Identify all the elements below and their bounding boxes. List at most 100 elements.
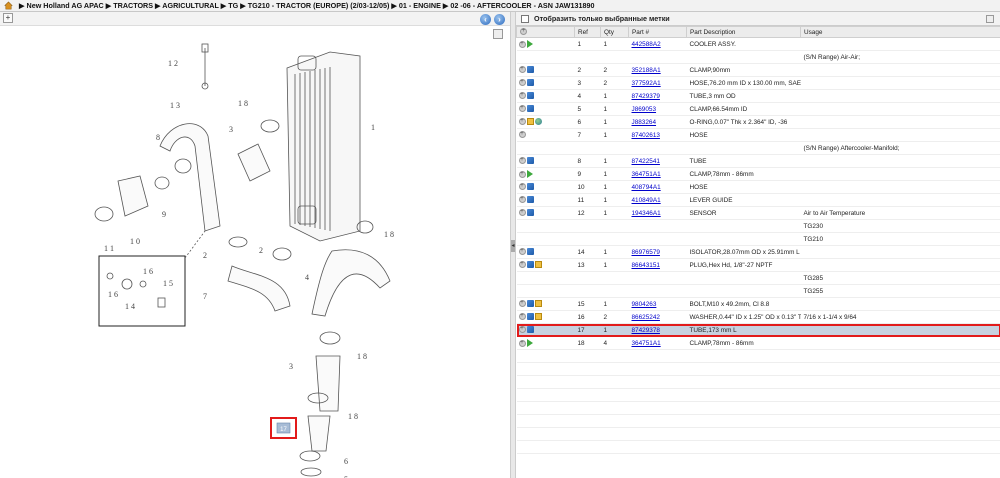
callout-2[interactable]: 2: [203, 251, 207, 260]
callout-16b[interactable]: 1 6: [143, 267, 153, 276]
table-row[interactable]: +16 2 86625242 WASHER,0.44" ID x 1.25" OD x…: [516, 310, 1000, 324]
cell-part[interactable]: [628, 271, 687, 285]
plus-icon[interactable]: +: [518, 261, 526, 269]
wrench-icon[interactable]: [526, 157, 534, 165]
plus-icon[interactable]: +: [518, 300, 526, 308]
callout-18[interactable]: 1 8: [238, 99, 248, 108]
part-number-link[interactable]: 352188A1: [632, 67, 661, 74]
part-number-link[interactable]: J883264: [632, 119, 657, 126]
cell-part[interactable]: [628, 284, 687, 298]
callout-16[interactable]: 1 6: [108, 290, 118, 299]
back-icon[interactable]: ‹: [480, 14, 491, 25]
plus-icon[interactable]: +: [518, 66, 526, 74]
cell-part[interactable]: 86976579: [628, 245, 687, 259]
cell-part[interactable]: 86625242: [628, 310, 687, 324]
cell-part[interactable]: 364751A1: [628, 167, 687, 181]
plus-icon[interactable]: +: [518, 157, 526, 165]
globe-icon[interactable]: [534, 118, 542, 126]
forward-icon[interactable]: ›: [494, 14, 505, 25]
header-usage[interactable]: Usage: [800, 26, 1000, 38]
zoom-in-icon[interactable]: +: [3, 13, 13, 23]
cell-part[interactable]: [628, 50, 687, 64]
table-row[interactable]: TG210: [516, 232, 1000, 246]
plus-icon[interactable]: +: [518, 40, 526, 48]
callout-15[interactable]: 1 5: [163, 279, 173, 288]
table-row[interactable]: (S/N Range) Air-Air;: [516, 50, 1000, 64]
table-row[interactable]: +3 2 377592A1 HOSE,76.20 mm ID x 130.00 mm,…: [516, 76, 1000, 90]
part-number-link[interactable]: 364751A1: [632, 340, 661, 347]
callout-17-label[interactable]: 17: [280, 427, 287, 433]
cell-part[interactable]: 87402613: [628, 128, 687, 142]
callout-10[interactable]: 1 0: [130, 237, 140, 246]
part-number-link[interactable]: 410849A1: [632, 197, 661, 204]
callout-7[interactable]: 7: [203, 292, 207, 301]
cell-part[interactable]: 442588A2: [628, 37, 687, 51]
part-number-link[interactable]: 9804263: [632, 301, 657, 308]
table-row[interactable]: +8 1 87422541 TUBE: [516, 154, 1000, 168]
plus-icon[interactable]: +: [518, 79, 526, 87]
wrench-icon[interactable]: [526, 79, 534, 87]
cell-part[interactable]: 364751A1: [628, 336, 687, 350]
wrench-icon[interactable]: [526, 326, 534, 334]
plus-icon[interactable]: +: [518, 92, 526, 100]
cell-part[interactable]: 86643151: [628, 258, 687, 272]
callout-6[interactable]: 6: [344, 457, 348, 466]
callout-18b[interactable]: 1 8: [384, 230, 394, 239]
cell-part[interactable]: 410849A1: [628, 193, 687, 207]
wrench-icon[interactable]: [526, 313, 534, 321]
wrench-icon[interactable]: [526, 209, 534, 217]
table-row[interactable]: +15 1 9804263 BOLT,M10 x 49.2mm, Cl 8.8: [516, 297, 1000, 311]
part-number-link[interactable]: 87429378: [632, 327, 660, 334]
callout-11[interactable]: 1 1: [104, 244, 114, 253]
part-number-link[interactable]: 364751A1: [632, 171, 661, 178]
callout-18d[interactable]: 1 8: [348, 412, 358, 421]
cell-part[interactable]: 87429379: [628, 89, 687, 103]
part-number-link[interactable]: 377592A1: [632, 80, 661, 87]
plus-icon[interactable]: +: [518, 209, 526, 217]
box-icon[interactable]: [534, 261, 542, 269]
plus-icon[interactable]: +: [518, 105, 526, 113]
table-row[interactable]: +12 1 194346A1 SENSOR Air to Air Temperature: [516, 206, 1000, 220]
table-row[interactable]: +6 1 J883264 O-RING,0.07" Thk x 2.364" ID, …: [516, 115, 1000, 129]
callout-3[interactable]: 3: [229, 125, 233, 134]
plus-icon[interactable]: +: [518, 183, 526, 191]
cell-part[interactable]: [628, 219, 687, 233]
plus-icon[interactable]: +: [518, 248, 526, 256]
cell-part[interactable]: 87422541: [628, 154, 687, 168]
table-row[interactable]: +4 1 87429379 TUBE,3 mm OD: [516, 89, 1000, 103]
export-icon[interactable]: [986, 15, 994, 23]
part-number-link[interactable]: 86976579: [632, 249, 660, 256]
table-row[interactable]: +9 1 364751A1 CLAMP,78mm - 86mm: [516, 167, 1000, 181]
cell-part[interactable]: 408794A1: [628, 180, 687, 194]
cell-part[interactable]: 377592A1: [628, 76, 687, 90]
table-row[interactable]: +18 4 364751A1 CLAMP,78mm - 86mm: [516, 336, 1000, 350]
part-number-link[interactable]: J869053: [632, 106, 657, 113]
callout-18c[interactable]: 1 8: [357, 352, 367, 361]
table-row[interactable]: +10 1 408794A1 HOSE: [516, 180, 1000, 194]
show-selected-checkbox[interactable]: [521, 14, 529, 23]
part-number-link[interactable]: 194346A1: [632, 210, 661, 217]
table-row[interactable]: +5 1 J869053 CLAMP,66.54mm ID: [516, 102, 1000, 116]
wrench-icon[interactable]: [526, 196, 534, 204]
callout-8[interactable]: 8: [156, 133, 160, 142]
table-row[interactable]: +1 1 442588A2 COOLER ASSY.: [516, 37, 1000, 51]
table-row[interactable]: +17 1 87429378 TUBE,173 mm L: [516, 323, 1000, 337]
callout-4[interactable]: 4: [305, 273, 309, 282]
table-row[interactable]: TG230: [516, 219, 1000, 233]
wrench-icon[interactable]: [526, 300, 534, 308]
cell-part[interactable]: 87429378: [628, 323, 687, 337]
header-select[interactable]: +: [516, 26, 575, 38]
plus-icon[interactable]: +: [518, 170, 526, 178]
part-number-link[interactable]: 86643151: [632, 262, 660, 269]
wrench-icon[interactable]: [526, 248, 534, 256]
plus-icon[interactable]: +: [518, 313, 526, 321]
cell-part[interactable]: J883264: [628, 115, 687, 129]
box-icon[interactable]: [534, 313, 542, 321]
cell-part[interactable]: 9804263: [628, 297, 687, 311]
plus-icon[interactable]: +: [518, 339, 526, 347]
table-row[interactable]: +13 1 86643151 PLUG,Hex Hd, 1/8"-27 NPTF: [516, 258, 1000, 272]
breadcrumb[interactable]: ▶ New Holland AG APAC ▶ TRACTORS ▶ AGRIC…: [19, 1, 594, 10]
table-row[interactable]: +11 1 410849A1 LEVER GUIDE: [516, 193, 1000, 207]
cell-part[interactable]: 352188A1: [628, 63, 687, 77]
part-number-link[interactable]: 86625242: [632, 314, 660, 321]
